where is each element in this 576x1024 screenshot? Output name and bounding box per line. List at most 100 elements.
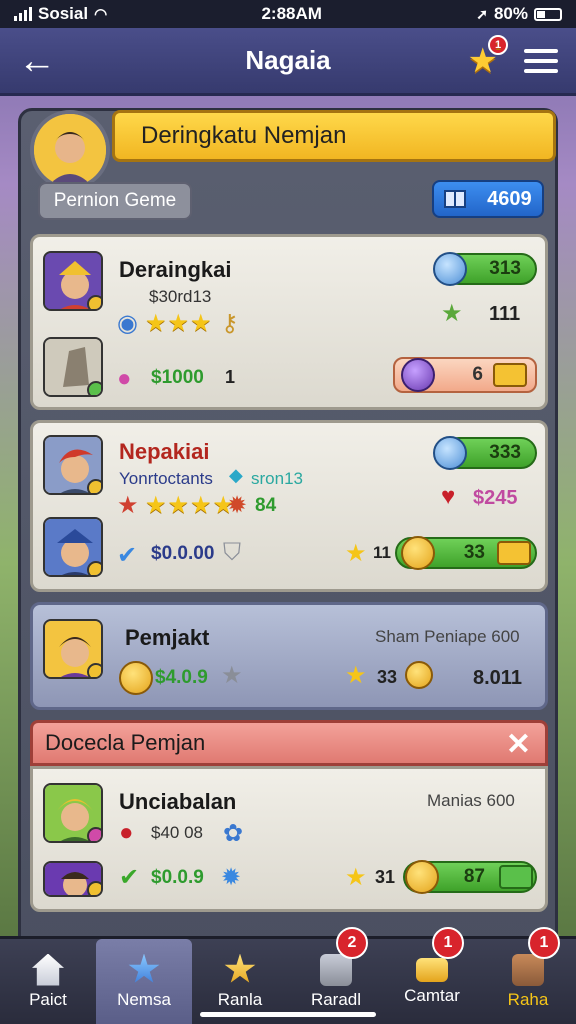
- star-icon: [128, 953, 160, 983]
- item-badge-icon: [87, 381, 101, 395]
- notification-badge: 1: [488, 34, 508, 55]
- star-outline-icon: ★: [221, 662, 243, 689]
- check-icon: [499, 865, 533, 889]
- item-avatar: [43, 517, 103, 577]
- nav-label: Paict: [29, 989, 67, 1009]
- nav-item-mail[interactable]: 1 Camtar: [384, 927, 480, 1024]
- player-name: Pemjakt: [125, 625, 210, 650]
- nav-item-home[interactable]: Paict: [0, 939, 96, 1024]
- nav-label: Camtar: [404, 985, 460, 1005]
- close-icon[interactable]: ✕: [506, 727, 531, 762]
- player-avatar: [43, 619, 103, 679]
- home-indicator: [200, 1012, 376, 1017]
- notification-badge: 2: [336, 927, 368, 959]
- gem-icon: [433, 252, 467, 286]
- player-avatar: [43, 783, 103, 843]
- player-name: Nepakiai: [119, 439, 210, 464]
- profile-avatar[interactable]: [30, 110, 110, 190]
- player-name: Unciabalan: [119, 789, 237, 814]
- favorites-star-button[interactable]: ★ 1: [468, 34, 508, 81]
- points-value: 4609: [487, 187, 532, 210]
- score-value: 333: [489, 442, 521, 463]
- potion-icon: [401, 358, 435, 392]
- player-right-label: Sham Peniaре 600: [375, 627, 520, 646]
- gear-icon: ✹: [227, 492, 248, 519]
- player-card-1[interactable]: Deraingkai $30rd13 ◉ ★★★ ⚷ ● $1000 1 313…: [30, 234, 548, 410]
- player-card-2[interactable]: Nepakiai Yonrtoctants ◆ sron13 ★ ★★★★ ✹ …: [30, 420, 548, 592]
- menu-button[interactable]: [524, 48, 558, 73]
- status-left: Sosial ◠: [14, 4, 107, 24]
- heart-gem-icon: ♥: [441, 483, 456, 510]
- nav-label: Raha: [507, 989, 549, 1009]
- player-money: $1000: [151, 367, 204, 388]
- player-avatar: [43, 251, 103, 311]
- coin-icon: [401, 536, 435, 570]
- player-money: $0.0.00: [151, 543, 215, 564]
- player-subtitle: $40 08: [151, 823, 203, 842]
- reward-value: 6: [472, 364, 483, 385]
- rank-icon: [87, 479, 101, 493]
- star-rating: ★★★★: [145, 492, 236, 519]
- battery-icon: [533, 7, 562, 21]
- rank-icon: [87, 295, 101, 309]
- player-card-3[interactable]: Pemjakt Sham Peniaре 600 $4.0.9 ★ ★ 33 8…: [30, 602, 548, 710]
- wifi-icon: ◠: [94, 6, 108, 23]
- reward-value: 87: [463, 866, 485, 887]
- star-value: 31: [375, 867, 396, 887]
- player-money: $0.0.9: [151, 867, 204, 888]
- nav-label: Raradl: [310, 989, 362, 1009]
- star-count: 84: [255, 495, 277, 516]
- section-banner: Docecla Pemjan ✕: [30, 720, 548, 766]
- carrier-label: Sosial: [38, 4, 89, 23]
- profile-banner: Deringkatu Nemjan: [112, 110, 556, 162]
- side-value: 111: [489, 303, 521, 325]
- money-count: 1: [225, 367, 236, 387]
- mail-icon: [493, 363, 527, 387]
- player-avatar: [43, 435, 103, 495]
- nav-label: Nemsa: [117, 989, 171, 1009]
- player-card-4[interactable]: Unciabalan Manias 600 ● $40 08 ✿ ✔ $0.0.…: [30, 766, 548, 912]
- coin-icon: [405, 860, 439, 894]
- profile-face-icon: [34, 114, 106, 186]
- gear-icon: ✹: [221, 864, 242, 891]
- nav-item-news[interactable]: Nemsa: [96, 939, 192, 1024]
- notification-badge: 1: [432, 927, 464, 959]
- key-icon: ⚷: [221, 310, 239, 337]
- back-button[interactable]: ←: [18, 42, 58, 80]
- score-value: 313: [489, 258, 521, 279]
- star-side-value: 11: [373, 543, 391, 562]
- player-name: Deraingkai: [119, 257, 232, 282]
- notification-badge: 1: [528, 927, 560, 959]
- leaf-star-icon: ★: [441, 300, 463, 327]
- points-box[interactable]: 4609: [432, 180, 544, 218]
- book-icon: [444, 190, 467, 208]
- player-subtitle: $30rd13: [149, 287, 212, 306]
- star-rating: ★★★: [145, 310, 213, 337]
- status-time: 2:88AM: [261, 4, 322, 23]
- mail-icon: [497, 541, 531, 565]
- nav-item-shop[interactable]: 1 Raha: [480, 927, 576, 1024]
- star-icon: ★: [345, 662, 367, 689]
- profile-role-badge: Pernion Geme: [38, 182, 192, 220]
- item-badge-icon: [87, 561, 101, 575]
- medal-icon: ★: [117, 492, 139, 519]
- star-value: 33: [377, 667, 398, 687]
- trophy-icon: [224, 953, 256, 983]
- nav-label: Ranla: [217, 989, 263, 1009]
- smiley-coin-icon: [405, 661, 433, 689]
- apple-icon: ●: [119, 819, 134, 846]
- section-title: Docecla Pemjan: [45, 730, 206, 755]
- bottom-nav: Paict Nemsa Ranla 2 Raradl 1 Camtar 1 Ra…: [0, 927, 576, 1024]
- player-subtitle: Yonrtoctants: [119, 469, 213, 488]
- rank-icon: [87, 827, 101, 841]
- item-avatar: [43, 337, 103, 397]
- reward-value: 33: [463, 542, 485, 563]
- money-badge-icon: ●: [117, 365, 132, 392]
- top-bar: ← Nagaia ★ 1: [0, 28, 576, 96]
- battery-percent: 80%: [493, 4, 528, 23]
- check-shield-icon: ✔: [117, 542, 138, 569]
- player-right-label: Manias 600: [427, 791, 515, 810]
- status-bar: Sosial ◠ 2:88AM ➚ 80%: [0, 0, 576, 28]
- side-value: $245: [473, 487, 518, 509]
- status-right: ➚ 80%: [476, 4, 562, 24]
